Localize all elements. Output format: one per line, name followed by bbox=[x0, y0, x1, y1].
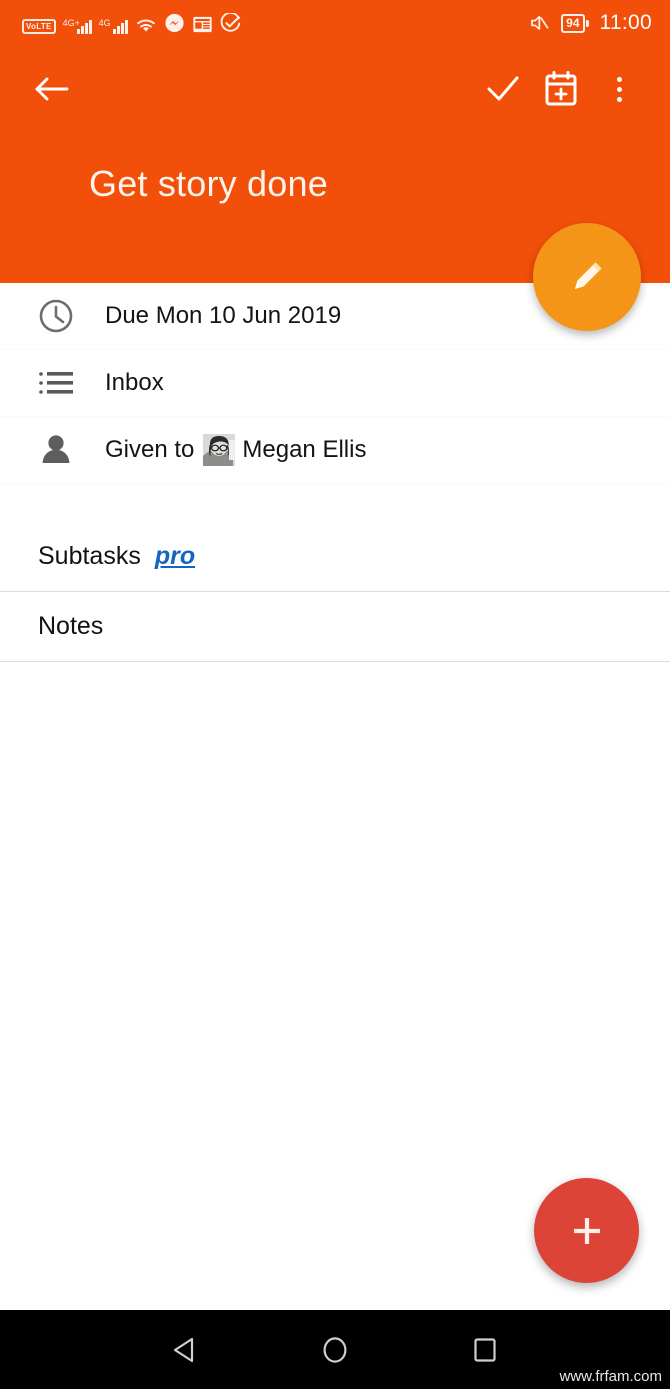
edit-task-fab[interactable] bbox=[533, 223, 641, 331]
battery-indicator: 94 bbox=[561, 13, 589, 33]
wifi-icon bbox=[135, 17, 157, 34]
messenger-icon bbox=[164, 13, 185, 34]
watermark: www.frfam.com bbox=[559, 1368, 662, 1385]
status-bar: VoLTE 4G+ 4G 94 11:00 bbox=[0, 0, 670, 46]
volte-badge: VoLTE bbox=[22, 18, 56, 34]
status-bar-clock: 11:00 bbox=[599, 11, 652, 34]
status-bar-right-icons: 94 11:00 bbox=[528, 11, 652, 35]
check-icon bbox=[484, 72, 522, 106]
android-nav-bar: www.frfam.com bbox=[0, 1310, 670, 1389]
mute-icon bbox=[528, 13, 550, 33]
nav-back-button[interactable] bbox=[155, 1320, 215, 1380]
nav-home-button[interactable] bbox=[305, 1320, 365, 1380]
toolbar bbox=[0, 46, 670, 132]
avatar bbox=[203, 434, 236, 466]
notes-title: Notes bbox=[38, 612, 104, 640]
nav-back-triangle-icon bbox=[168, 1333, 202, 1367]
more-vertical-icon bbox=[616, 76, 622, 102]
clock-icon bbox=[38, 298, 86, 334]
calendar-plus-icon bbox=[543, 70, 579, 108]
signal-bars-sim2: 4G bbox=[98, 17, 128, 34]
news-icon bbox=[192, 15, 213, 34]
overflow-menu-button[interactable] bbox=[590, 60, 648, 118]
notes-body[interactable] bbox=[0, 662, 670, 1262]
back-button[interactable] bbox=[22, 60, 80, 118]
nav-home-circle-icon bbox=[318, 1333, 352, 1367]
add-to-calendar-button[interactable] bbox=[532, 60, 590, 118]
sim2-network-label: 4G bbox=[98, 17, 111, 28]
assignee-prefix: Given to bbox=[105, 436, 195, 463]
nav-recents-button[interactable] bbox=[455, 1320, 515, 1380]
notes-section[interactable]: Notes bbox=[0, 592, 670, 662]
task-detail-content: Due Mon 10 Jun 2019 Inbox Given to Megan… bbox=[0, 283, 670, 1310]
arrow-left-icon bbox=[31, 72, 71, 106]
assignee-name: Megan Ellis bbox=[242, 436, 367, 463]
page-title: Get story done bbox=[89, 163, 328, 204]
list-icon bbox=[38, 368, 86, 398]
due-date-label: Due Mon 10 Jun 2019 bbox=[105, 302, 342, 329]
list-row[interactable]: Inbox bbox=[0, 350, 670, 417]
check-circle-icon bbox=[220, 12, 241, 34]
assignee-row[interactable]: Given to Megan Ellis bbox=[0, 417, 670, 484]
battery-tip bbox=[585, 19, 589, 27]
add-subtask-fab[interactable] bbox=[534, 1178, 639, 1283]
signal-bars-sim1: 4G+ bbox=[62, 17, 92, 34]
subtasks-section[interactable]: Subtasks pro bbox=[0, 522, 670, 592]
sim1-network-label: 4G+ bbox=[62, 17, 80, 28]
plus-icon bbox=[564, 1208, 610, 1254]
pro-badge[interactable]: pro bbox=[155, 542, 195, 571]
battery-percent: 94 bbox=[561, 13, 585, 33]
list-label: Inbox bbox=[105, 369, 164, 396]
pencil-icon bbox=[562, 252, 612, 302]
complete-task-button[interactable] bbox=[474, 60, 532, 118]
nav-recents-square-icon bbox=[468, 1333, 502, 1367]
status-bar-left-icons: VoLTE 4G+ 4G bbox=[22, 12, 241, 34]
subtasks-title: Subtasks bbox=[38, 542, 141, 570]
person-icon bbox=[38, 432, 86, 468]
